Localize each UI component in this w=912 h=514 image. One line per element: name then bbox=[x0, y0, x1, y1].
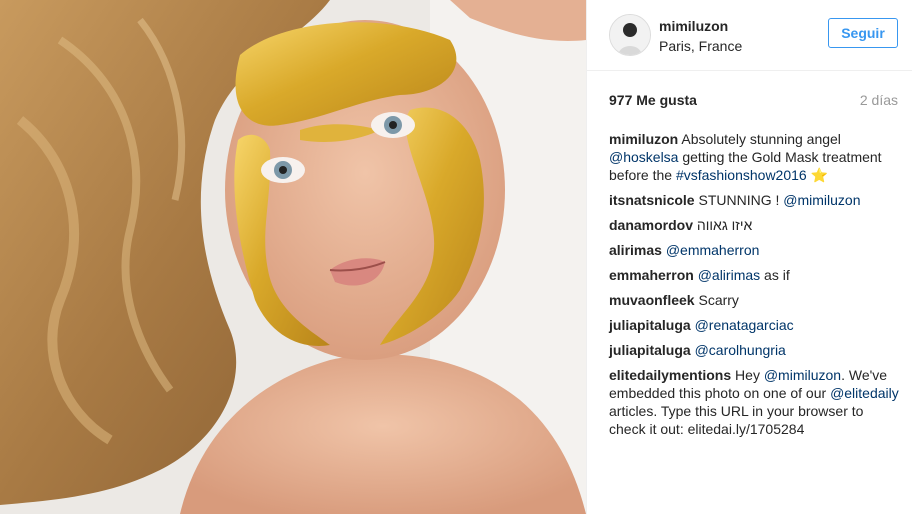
post-photo[interactable] bbox=[0, 0, 586, 514]
comment-username[interactable]: juliapitaluga bbox=[609, 342, 691, 358]
instagram-post: mimiluzon Paris, France Seguir 977 Me gu… bbox=[0, 0, 912, 514]
post-sidebar: mimiluzon Paris, France Seguir 977 Me gu… bbox=[586, 0, 912, 514]
comment-username[interactable]: emmaherron bbox=[609, 267, 694, 283]
comments-list: mimiluzon Absolutely stunning angel @hos… bbox=[609, 130, 900, 445]
follow-button[interactable]: Seguir bbox=[828, 18, 898, 48]
comment-item: muvaonfleek Scarry bbox=[609, 291, 900, 309]
comment-item: itsnatsnicole STUNNING ! @mimiluzon bbox=[609, 191, 900, 209]
comment-text: as if bbox=[760, 267, 790, 283]
comment-mention[interactable]: @elitedaily bbox=[830, 385, 899, 401]
photo-illustration bbox=[0, 0, 586, 514]
user-info: mimiluzon Paris, France bbox=[659, 17, 742, 55]
caption-hashtag[interactable]: #vsfashionshow2016 bbox=[676, 167, 807, 183]
comment-text: articles. Type this URL in your browser … bbox=[609, 403, 864, 437]
comment-item: emmaherron @alirimas as if bbox=[609, 266, 900, 284]
post-stats: 977 Me gusta 2 días bbox=[609, 92, 898, 112]
caption: mimiluzon Absolutely stunning angel @hos… bbox=[609, 130, 900, 184]
location-link[interactable]: Paris, France bbox=[659, 37, 742, 55]
comment-mention[interactable]: @mimiluzon bbox=[764, 367, 841, 383]
comment-mention[interactable]: @emmaherron bbox=[666, 242, 760, 258]
avatar-image bbox=[610, 15, 650, 55]
comment-mention[interactable]: @carolhungria bbox=[695, 342, 786, 358]
caption-mention[interactable]: @hoskelsa bbox=[609, 149, 678, 165]
username-link[interactable]: mimiluzon bbox=[659, 17, 742, 35]
comment-item: juliapitaluga @carolhungria bbox=[609, 341, 900, 359]
comment-username[interactable]: elitedailymentions bbox=[609, 367, 731, 383]
comment-text: איזו גאווה bbox=[696, 217, 753, 233]
comment-item: alirimas @emmaherron bbox=[609, 241, 900, 259]
comment-item: danamordov איזו גאווה bbox=[609, 216, 900, 234]
comment-mention[interactable]: @renatagarciac bbox=[695, 317, 794, 333]
comment-username[interactable]: alirimas bbox=[609, 242, 662, 258]
comment-username[interactable]: mimiluzon bbox=[609, 131, 678, 147]
post-time[interactable]: 2 días bbox=[860, 92, 898, 108]
star-emoji-icon: ⭐ bbox=[810, 167, 829, 183]
comment-username[interactable]: itsnatsnicole bbox=[609, 192, 695, 208]
comment-text: Scarry bbox=[698, 292, 739, 308]
comment-item: juliapitaluga @renatagarciac bbox=[609, 316, 900, 334]
comment-username[interactable]: muvaonfleek bbox=[609, 292, 695, 308]
post-header: mimiluzon Paris, France Seguir bbox=[587, 0, 912, 71]
avatar[interactable] bbox=[609, 14, 651, 56]
comment-mention[interactable]: @alirimas bbox=[698, 267, 760, 283]
comment-username[interactable]: juliapitaluga bbox=[609, 317, 691, 333]
comment-item: elitedailymentions Hey @mimiluzon. We've… bbox=[609, 366, 900, 438]
comment-text: Hey bbox=[731, 367, 764, 383]
comment-mention[interactable]: @mimiluzon bbox=[783, 192, 860, 208]
likes-count[interactable]: 977 Me gusta bbox=[609, 92, 697, 108]
comment-username[interactable]: danamordov bbox=[609, 217, 693, 233]
caption-text: Absolutely stunning angel bbox=[681, 131, 841, 147]
comment-text: STUNNING ! bbox=[698, 192, 784, 208]
